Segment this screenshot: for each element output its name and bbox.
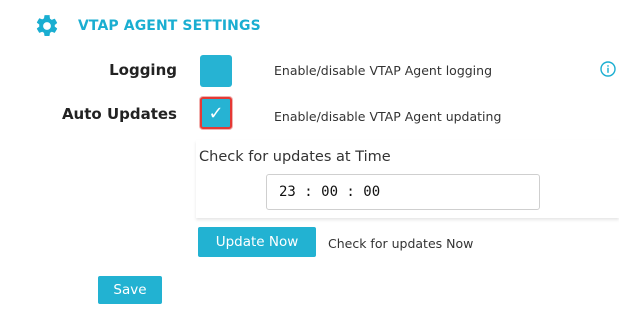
- logging-label: Logging: [109, 61, 177, 79]
- settings-header: VTAP AGENT SETTINGS: [34, 13, 261, 39]
- page-title: VTAP AGENT SETTINGS: [78, 18, 261, 34]
- gear-icon: [36, 15, 58, 36]
- auto-updates-label: Auto Updates: [61, 105, 177, 123]
- settings-page: VTAP AGENT SETTINGS Logging Enable/disab…: [0, 0, 619, 325]
- auto-updates-description: Enable/disable VTAP Agent updating: [274, 109, 502, 124]
- checkmark-icon: ✓: [208, 102, 224, 124]
- logging-description: Enable/disable VTAP Agent logging: [274, 63, 493, 78]
- save-button[interactable]: Save: [98, 276, 162, 304]
- update-time-label: Check for updates at Time: [199, 149, 391, 165]
- auto-updates-checkbox[interactable]: ✓: [200, 97, 232, 129]
- update-time-value: 23 : 00 : 00: [279, 184, 381, 200]
- update-now-button[interactable]: Update Now: [198, 227, 316, 257]
- update-schedule-panel: Check for updates at Time 23 : 00 : 00: [196, 140, 619, 218]
- info-icon[interactable]: [600, 61, 616, 77]
- update-now-description: Check for updates Now: [328, 236, 474, 251]
- update-time-input[interactable]: 23 : 00 : 00: [266, 174, 540, 210]
- logging-checkbox[interactable]: [200, 55, 232, 87]
